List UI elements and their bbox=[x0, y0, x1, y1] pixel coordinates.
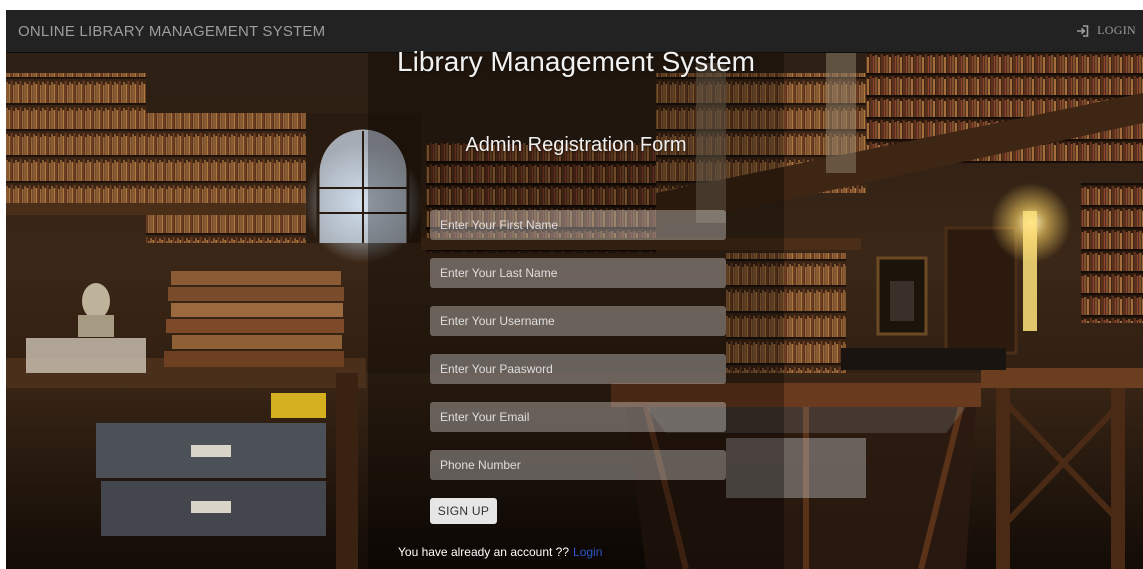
username-field[interactable] bbox=[430, 306, 726, 336]
nav-login-label: LOGIN bbox=[1097, 23, 1136, 37]
page-title: Library Management System bbox=[397, 46, 755, 77]
sign-up-button[interactable]: SIGN UP bbox=[430, 498, 497, 524]
email-field[interactable] bbox=[430, 402, 726, 432]
form-subtitle: Admin Registration Form bbox=[465, 134, 687, 156]
site-brand[interactable]: ONLINE LIBRARY MANAGEMENT SYSTEM bbox=[18, 23, 325, 40]
footer-login-link[interactable]: Login bbox=[573, 545, 602, 559]
phone-number-field[interactable] bbox=[430, 450, 726, 480]
existing-account-prompt: You have already an account ?? Login bbox=[398, 545, 602, 559]
nav-login-link[interactable]: LOGIN bbox=[1076, 23, 1136, 38]
login-icon bbox=[1077, 24, 1089, 37]
app-window: ONLINE LIBRARY MANAGEMENT SYSTEM LOGIN L… bbox=[6, 10, 1143, 569]
existing-account-text: You have already an account ?? bbox=[398, 545, 570, 559]
last-name-field[interactable] bbox=[430, 258, 726, 288]
password-field[interactable] bbox=[430, 354, 726, 384]
first-name-field[interactable] bbox=[430, 210, 726, 240]
